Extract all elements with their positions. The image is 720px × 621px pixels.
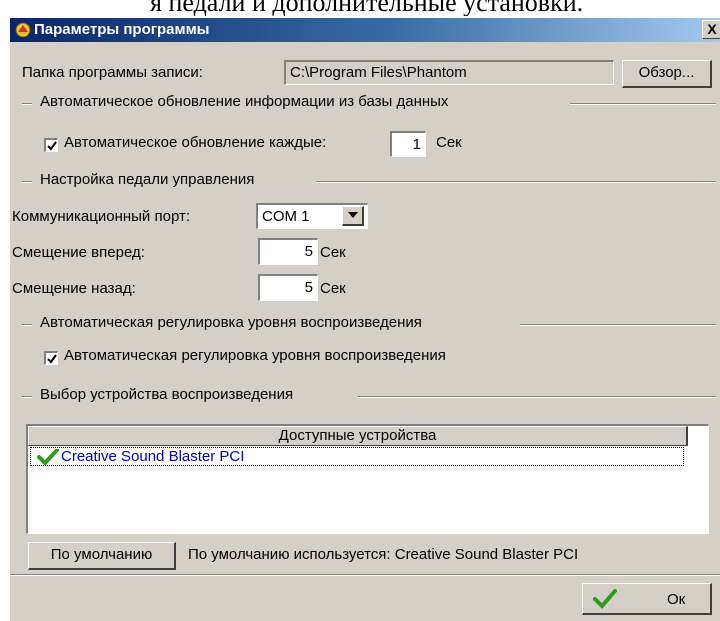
forward-offset-label: Смещение вперед: — [12, 244, 145, 261]
group-line — [316, 181, 716, 183]
forward-offset-value: 5 — [304, 243, 313, 260]
device-list-column-header[interactable]: Доступные устройства — [28, 426, 688, 446]
forward-offset-input[interactable]: 5 — [258, 238, 318, 265]
group-line — [22, 396, 32, 398]
close-icon: X — [707, 21, 717, 37]
settings-dialog: Параметры программы X Папка программы за… — [8, 16, 720, 621]
app-icon — [15, 22, 31, 38]
browse-button[interactable]: Обзор... — [622, 60, 712, 88]
auto-update-interval-input[interactable]: 1 — [390, 131, 426, 157]
back-offset-input[interactable]: 5 — [258, 274, 318, 301]
auto-update-unit: Сек — [436, 134, 462, 151]
back-offset-unit: Сек — [320, 280, 346, 297]
playback-level-group-title: Автоматическая регулировка уровня воспро… — [38, 314, 424, 331]
back-offset-value: 5 — [304, 279, 313, 296]
checkmark-icon — [37, 449, 59, 465]
port-label: Коммуникационный порт: — [12, 208, 190, 225]
device-name: Creative Sound Blaster PCI — [61, 448, 245, 465]
group-line — [22, 103, 32, 105]
group-line — [570, 103, 716, 105]
group-line — [22, 181, 32, 183]
list-item[interactable]: Creative Sound Blaster PCI — [30, 447, 684, 466]
auto-update-checkbox[interactable] — [44, 138, 58, 152]
forward-offset-unit: Сек — [320, 244, 346, 261]
pedal-group-title: Настройка педали управления — [38, 171, 257, 188]
ok-button[interactable]: Ок — [582, 583, 712, 615]
port-select[interactable]: COM 1 — [256, 203, 368, 229]
group-line — [520, 324, 716, 326]
program-folder-field[interactable]: C:\Program Files\Phantom — [284, 60, 614, 85]
auto-update-group-title: Автоматическое обновление информации из … — [38, 93, 451, 110]
checkmark-icon — [47, 354, 57, 364]
checkmark-icon — [47, 141, 57, 151]
port-select-value: COM 1 — [262, 208, 310, 225]
footer-divider — [10, 574, 720, 576]
device-group-title: Выбор устройства воспроизведения — [38, 386, 296, 403]
device-list-column-label: Доступные устройства — [278, 427, 437, 444]
program-folder-value: C:\Program Files\Phantom — [290, 64, 467, 81]
playback-level-checkbox-label: Автоматическая регулировка уровня воспро… — [64, 347, 446, 364]
default-device-button-label: По умолчанию — [50, 546, 153, 563]
program-folder-label: Папка программы записи: — [22, 64, 203, 81]
window-title: Параметры программы — [34, 21, 210, 38]
chevron-down-icon — [347, 212, 358, 218]
default-device-info: По умолчанию используется: Creative Soun… — [188, 546, 579, 563]
group-line — [358, 396, 716, 398]
device-list[interactable]: Доступные устройства Creative Sound Blas… — [26, 424, 709, 534]
title-bar[interactable]: Параметры программы X — [10, 18, 720, 42]
default-device-button[interactable]: По умолчанию — [28, 542, 176, 570]
browse-button-label: Обзор... — [638, 64, 695, 81]
port-dropdown-button[interactable] — [342, 206, 364, 226]
back-offset-label: Смещение назад: — [12, 280, 136, 297]
checkmark-icon — [593, 589, 617, 609]
auto-update-interval-value: 1 — [412, 136, 421, 153]
ok-button-label: Ок — [667, 591, 686, 608]
playback-level-checkbox[interactable] — [44, 351, 58, 365]
group-line — [22, 324, 32, 326]
close-button[interactable]: X — [702, 20, 720, 39]
auto-update-checkbox-label: Автоматическое обновление каждые: — [64, 134, 327, 151]
